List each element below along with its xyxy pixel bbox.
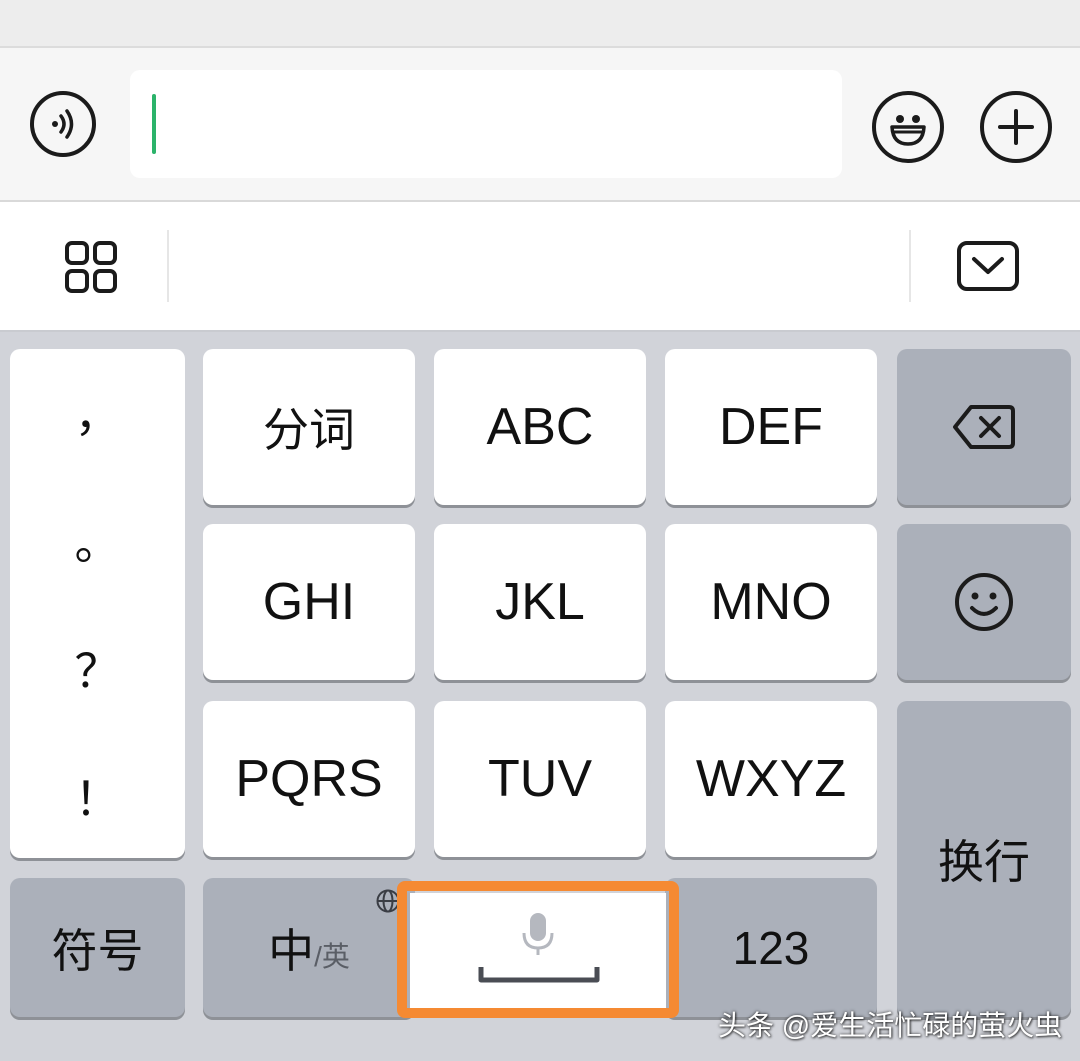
chat-input-bar [0, 48, 1080, 202]
key-label: 123 [732, 921, 810, 974]
emoji-key[interactable] [897, 524, 1071, 680]
highlight-box [397, 881, 679, 1018]
key-label: WXYZ [695, 750, 847, 808]
key-label: MNO [710, 573, 832, 631]
grin-face-icon [890, 115, 926, 146]
voice-wave-icon [52, 109, 74, 139]
text-caret [152, 94, 156, 154]
emoji-button[interactable] [872, 91, 944, 163]
key-label: GHI [262, 573, 356, 631]
key-def[interactable]: DEF [665, 349, 877, 505]
key-abc[interactable]: ABC [434, 349, 646, 505]
keyboard-collapse-icon [957, 241, 1019, 291]
key-label: PQRS [235, 750, 383, 808]
key-tuv[interactable]: TUV [434, 701, 646, 857]
key-jkl[interactable]: JKL [434, 524, 646, 680]
keyboard-menu-button[interactable] [64, 240, 118, 294]
delete-key[interactable] [897, 349, 1071, 505]
key-label: 换行 [938, 836, 1030, 888]
language-switch-key[interactable]: 中 /英 [203, 878, 415, 1017]
key-ghi[interactable]: GHI [203, 524, 415, 680]
four-grid-icon [65, 241, 117, 293]
message-input[interactable] [130, 70, 842, 178]
hide-keyboard-button[interactable] [956, 240, 1020, 292]
lang-alt-label: /英 [314, 940, 350, 972]
top-strip [0, 0, 1080, 48]
backspace-icon [953, 405, 1015, 449]
key-label: 符号 [51, 924, 144, 977]
punct-comma-key[interactable]: ， [10, 379, 185, 445]
punct-period-key[interactable]: 。 [10, 507, 185, 573]
smiley-icon [955, 573, 1013, 631]
key-label: TUV [488, 750, 592, 808]
voice-input-button[interactable] [30, 91, 96, 157]
keyboard-toolbar [0, 202, 1080, 332]
toolbar-divider-left [167, 230, 169, 302]
key-label: JKL [495, 573, 585, 631]
numbers-key[interactable]: 123 [665, 878, 877, 1017]
return-key[interactable]: 换行 [897, 701, 1071, 1017]
symbols-key[interactable]: 符号 [10, 878, 185, 1017]
punct-question-key[interactable]: ？ [10, 635, 185, 701]
toolbar-divider-right [909, 230, 911, 302]
key-label: 分词 [263, 404, 355, 456]
key-mno[interactable]: MNO [665, 524, 877, 680]
plus-icon [998, 109, 1034, 145]
lang-main-label: 中 [268, 924, 315, 977]
key-wxyz[interactable]: WXYZ [665, 701, 877, 857]
key-label: ABC [486, 398, 594, 456]
key-fenci[interactable]: 分词 [203, 349, 415, 505]
key-label: DEF [719, 398, 823, 456]
key-pqrs[interactable]: PQRS [203, 701, 415, 857]
more-button[interactable] [980, 91, 1052, 163]
watermark-text: 头条 @爱生活忙碌的萤火虫 [718, 1010, 1063, 1041]
punctuation-column: ， 。 ？ ！ [10, 349, 185, 858]
punct-exclaim-key[interactable]: ！ [10, 763, 185, 829]
